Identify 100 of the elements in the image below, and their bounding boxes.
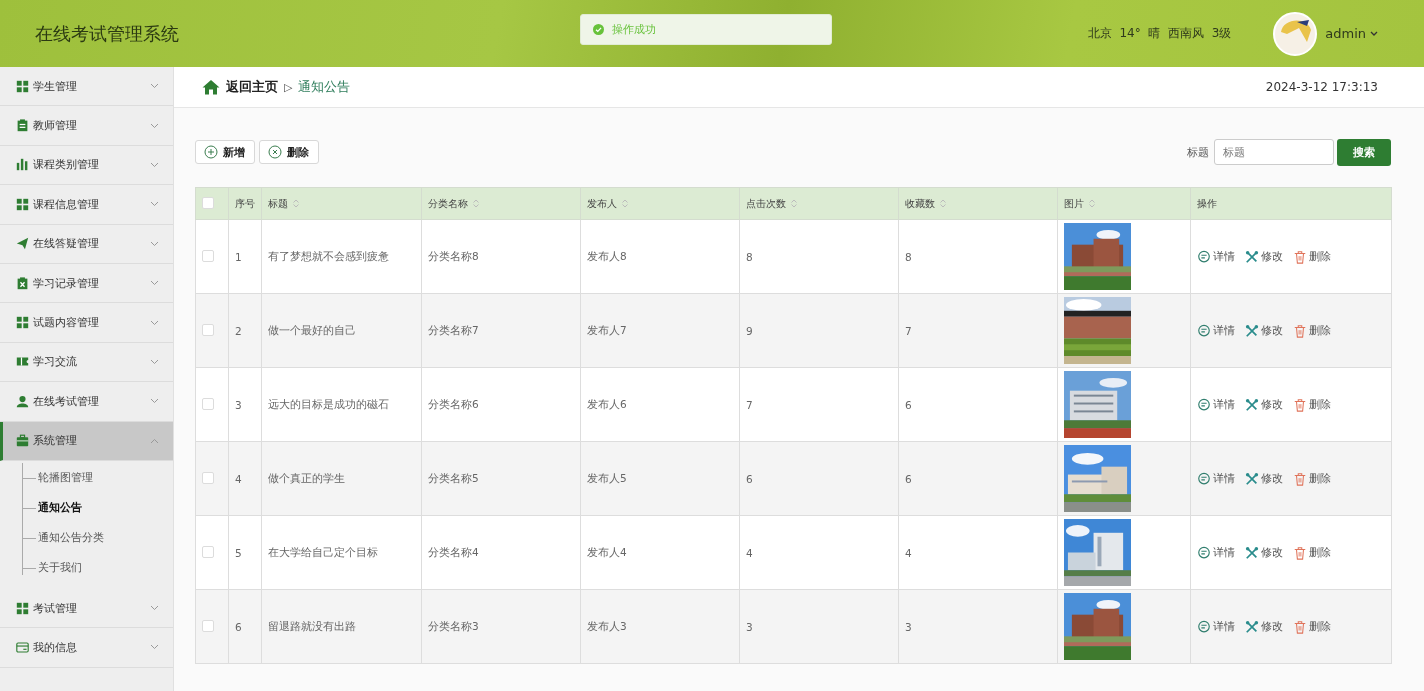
row-checkbox[interactable] xyxy=(202,545,214,558)
table-cell: 做一个最好的自己 xyxy=(261,293,422,368)
sidebar-item[interactable]: 我的信息 xyxy=(0,628,173,668)
table-cell: 分类名称7 xyxy=(421,293,581,368)
table-cell: 分类名称6 xyxy=(421,367,581,442)
home-link[interactable]: 返回主页 xyxy=(226,78,278,96)
column-header[interactable]: 收藏数 xyxy=(898,187,1058,220)
table-cell: 1 xyxy=(228,219,262,294)
sidebar-item[interactable]: 在线答疑管理 xyxy=(0,224,173,264)
chevron-icon xyxy=(1370,30,1378,37)
submenu-item[interactable]: 通知公告分类 xyxy=(22,522,173,553)
sidebar-item[interactable]: 试题内容管理 xyxy=(0,303,173,343)
grid-icon xyxy=(16,316,29,330)
grid-icon xyxy=(16,79,29,93)
delete-action[interactable]: 删除 xyxy=(1293,471,1331,486)
card-icon xyxy=(16,641,29,654)
sidebar-item[interactable]: 学习交流 xyxy=(0,342,173,383)
column-header: 操作 xyxy=(1190,187,1392,220)
delete-action[interactable]: 删除 xyxy=(1293,323,1331,338)
column-header[interactable]: 标题 xyxy=(261,187,422,220)
datetime-text: 2024-3-12 17:3:13 xyxy=(1265,80,1378,94)
briefcase-icon xyxy=(16,434,29,448)
row-checkbox[interactable] xyxy=(202,471,214,484)
table-cell: 4 xyxy=(228,441,262,516)
chevron-icon xyxy=(150,161,159,168)
clipboard-icon xyxy=(16,276,29,290)
delete-action[interactable]: 删除 xyxy=(1293,545,1331,560)
paper-plane-icon xyxy=(16,237,29,251)
sort-icon[interactable] xyxy=(293,199,299,208)
row-checkbox[interactable] xyxy=(202,619,214,632)
table-cell: 远大的目标是成功的磁石 xyxy=(261,367,422,442)
sidebar-item[interactable]: 课程类别管理 xyxy=(0,145,173,186)
delete-button[interactable]: 删除 xyxy=(259,140,319,164)
chevron-icon xyxy=(150,398,159,405)
chevron-icon xyxy=(150,280,159,287)
column-header[interactable]: 发布人 xyxy=(580,187,740,220)
sidebar-item[interactable]: 学习记录管理 xyxy=(0,263,173,304)
sidebar-item[interactable]: 在线考试管理 xyxy=(0,382,173,422)
sort-icon[interactable] xyxy=(791,199,797,208)
column-header[interactable]: 图片 xyxy=(1057,187,1191,220)
sidebar-item[interactable]: 考试管理 xyxy=(0,588,173,629)
detail-action[interactable]: 详情 xyxy=(1197,323,1235,338)
comment-icon xyxy=(1197,397,1211,412)
detail-action[interactable]: 详情 xyxy=(1197,619,1235,634)
edit-action[interactable]: 修改 xyxy=(1245,545,1283,560)
delete-action[interactable]: 删除 xyxy=(1293,249,1331,264)
chevron-icon xyxy=(150,437,159,444)
add-button[interactable]: 新增 xyxy=(195,140,255,164)
user-menu[interactable]: admin xyxy=(1325,26,1378,41)
table-cell: 3 xyxy=(898,589,1058,664)
sort-icon[interactable] xyxy=(622,199,628,208)
sort-icon[interactable] xyxy=(1089,199,1095,208)
delete-action[interactable]: 删除 xyxy=(1293,397,1331,412)
table-cell: 4 xyxy=(739,515,899,590)
edit-action[interactable]: 修改 xyxy=(1245,619,1283,634)
sort-icon[interactable] xyxy=(473,199,479,208)
search-field[interactable]: 标题 xyxy=(1214,139,1334,165)
table-cell: 8 xyxy=(739,219,899,294)
app-title: 在线考试管理系统 xyxy=(35,21,179,46)
table-cell: 7 xyxy=(898,293,1058,368)
table-cell: 4 xyxy=(898,515,1058,590)
trash-icon xyxy=(1293,619,1307,634)
detail-action[interactable]: 详情 xyxy=(1197,471,1235,486)
table-cell: 6 xyxy=(898,441,1058,516)
row-checkbox[interactable] xyxy=(202,249,214,262)
ticket-icon xyxy=(16,355,29,369)
row-checkbox[interactable] xyxy=(202,397,214,410)
edit-action[interactable]: 修改 xyxy=(1245,323,1283,338)
sidebar-item[interactable]: 系统管理 xyxy=(0,421,173,461)
submenu-item[interactable]: 轮播图管理 xyxy=(22,462,173,493)
submenu-item[interactable]: 通知公告 xyxy=(22,492,173,523)
edit-action[interactable]: 修改 xyxy=(1245,471,1283,486)
table-cell: 发布人3 xyxy=(580,589,740,664)
table-cell: 有了梦想就不会感到疲惫 xyxy=(261,219,422,294)
submenu-item[interactable]: 关于我们 xyxy=(22,552,173,583)
tools-icon xyxy=(1245,545,1259,560)
table-cell: 发布人4 xyxy=(580,515,740,590)
delete-action[interactable]: 删除 xyxy=(1293,619,1331,634)
edit-action[interactable]: 修改 xyxy=(1245,249,1283,264)
detail-action[interactable]: 详情 xyxy=(1197,249,1235,264)
table-cell: 3 xyxy=(228,367,262,442)
column-header[interactable]: 点击次数 xyxy=(739,187,899,220)
search-button[interactable]: 搜索 xyxy=(1337,138,1391,166)
column-header[interactable]: 分类名称 xyxy=(421,187,581,220)
detail-action[interactable]: 详情 xyxy=(1197,545,1235,560)
sort-icon[interactable] xyxy=(940,199,946,208)
avatar[interactable] xyxy=(1273,11,1318,56)
select-all-checkbox[interactable] xyxy=(202,196,214,209)
sidebar-item[interactable]: 学生管理 xyxy=(0,67,173,107)
sidebar-item[interactable]: 课程信息管理 xyxy=(0,185,173,225)
table-cell: 5 xyxy=(228,515,262,590)
trash-icon xyxy=(1293,397,1307,412)
close-icon xyxy=(268,145,282,159)
table-cell: 在大学给自己定个目标 xyxy=(261,515,422,590)
table-cell: 分类名称4 xyxy=(421,515,581,590)
row-checkbox[interactable] xyxy=(202,323,214,336)
edit-action[interactable]: 修改 xyxy=(1245,397,1283,412)
table-cell: 发布人6 xyxy=(580,367,740,442)
detail-action[interactable]: 详情 xyxy=(1197,397,1235,412)
sidebar-item[interactable]: 教师管理 xyxy=(0,106,173,146)
